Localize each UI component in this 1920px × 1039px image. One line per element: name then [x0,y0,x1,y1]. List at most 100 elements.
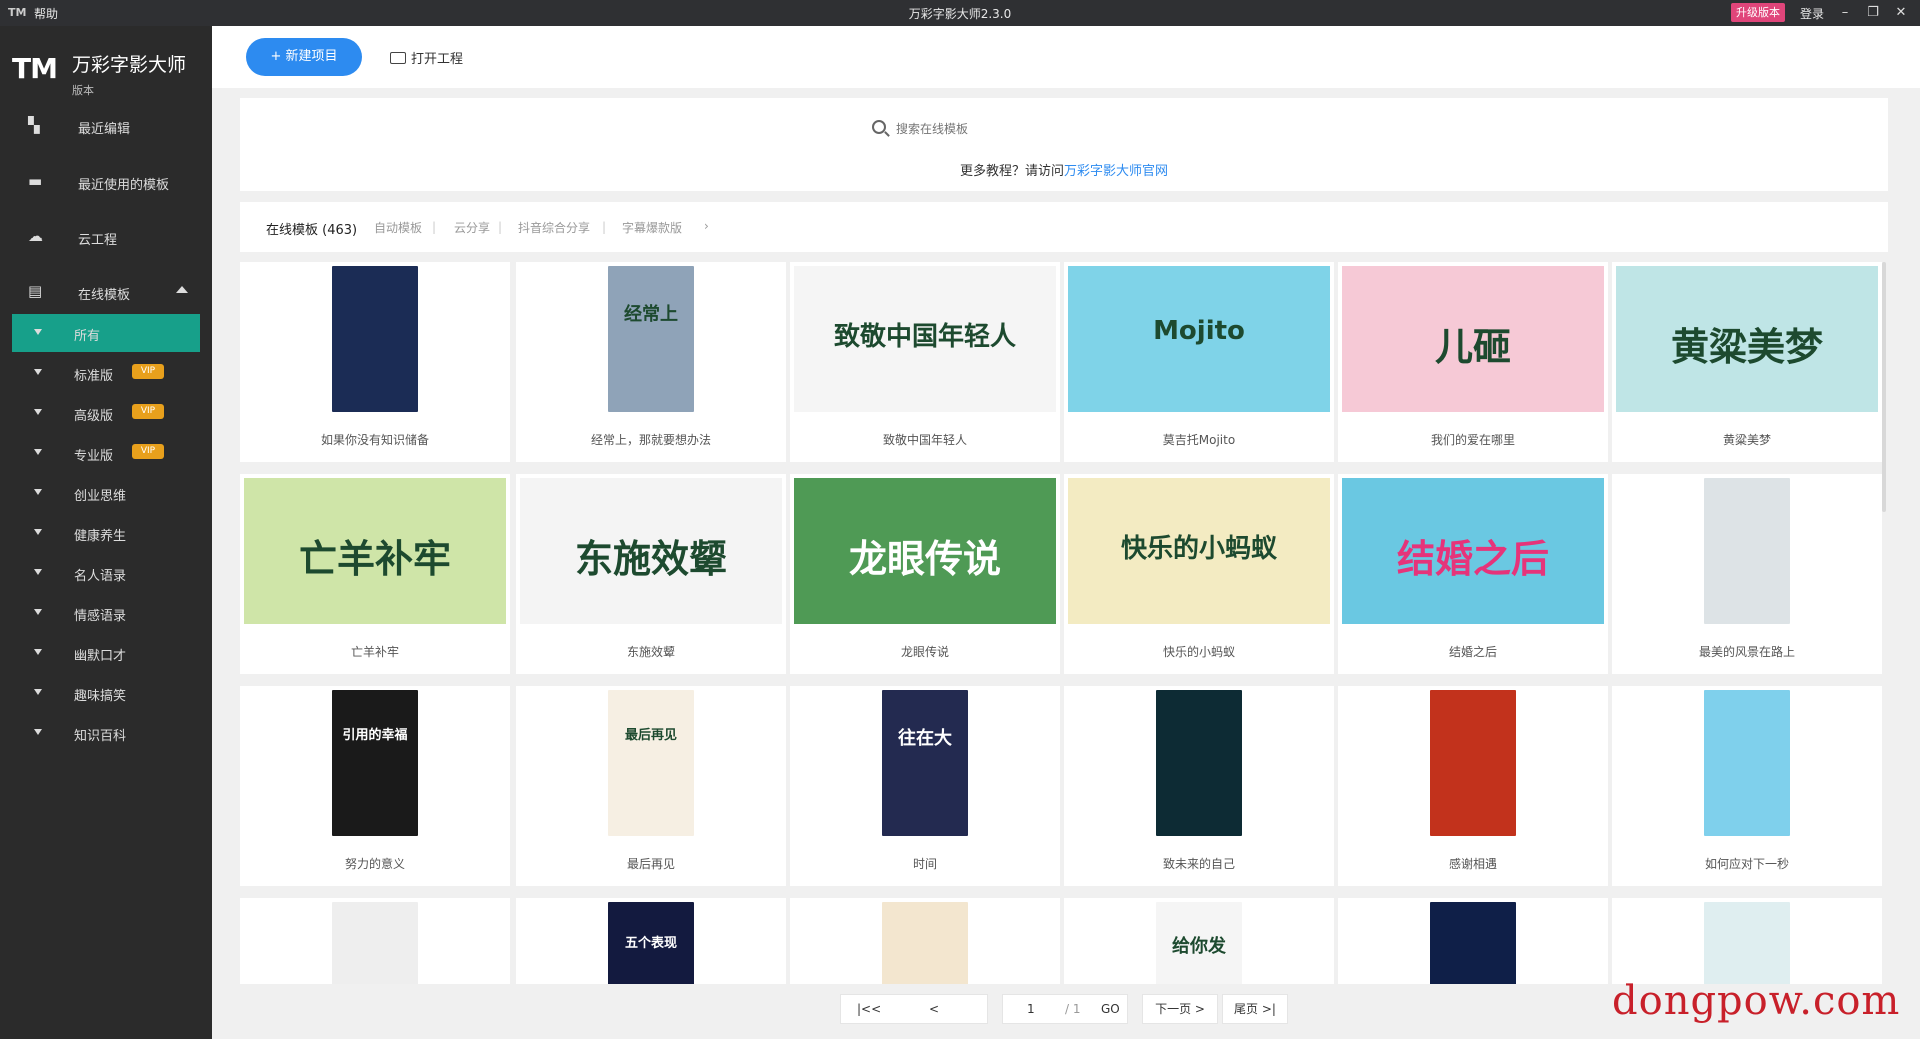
template-thumbnail [240,262,510,412]
template-thumbnail: 儿砸 [1338,262,1608,412]
page-total: / 1 [1065,1002,1081,1016]
template-card[interactable]: 快乐的小蚂蚁 快乐的小蚂蚁 [1064,474,1334,674]
chevron-down-icon [34,369,42,375]
thumbnail-image [1704,690,1790,836]
template-thumbnail: 快乐的小蚂蚁 [1064,474,1334,624]
template-card[interactable] [240,898,510,984]
chevron-down-icon [34,569,42,575]
last-page-button[interactable]: 尾页 >| [1222,994,1288,1024]
filter-tag[interactable]: 自动模板 [374,219,422,236]
sidebar-subitem-label: 名人语录 [74,569,127,584]
thumbnail-text: 往在大 [898,728,952,749]
template-title: 感谢相遇 [1448,857,1497,871]
template-thumbnail: 黄粱美梦 [1612,262,1882,412]
filter-more[interactable]: › [704,219,709,233]
sidebar-subitem[interactable]: 名人语录 [12,554,200,592]
tutorial-hint: 更多教程？请访问万彩字影大师官网 [240,160,1888,179]
chevron-down-icon [34,729,42,735]
window-title: 万彩字影大师2.3.0 [908,7,1012,21]
sidebar-subitem-label: 创业思维 [74,489,127,504]
nav-recent-templates[interactable]: ▬ 最近使用的模板 [0,162,212,202]
thumbnail-image: 儿砸 [1342,266,1604,412]
sidebar-subitem[interactable]: 所有 [12,314,200,352]
filter-tag[interactable]: 抖音综合分享 [518,219,590,236]
template-card[interactable]: 往在大 时间 [790,686,1060,886]
go-button[interactable]: GO [1101,995,1120,1023]
chevron-down-icon [34,609,42,615]
search-box[interactable] [872,118,1152,142]
template-card[interactable]: 致敬中国年轻人 致敬中国年轻人 [790,262,1060,462]
template-card[interactable]: 亡羊补牢 亡羊补牢 [240,474,510,674]
sidebar-subitem[interactable]: 知识百科 [12,714,200,752]
template-title: 致敬中国年轻人 [882,433,967,447]
login-link[interactable]: 登录 [1800,5,1824,22]
template-title: 如果你没有知识储备 [320,433,429,447]
open-project-button[interactable]: 打开工程 [390,48,463,67]
template-card[interactable]: 五个表现 [516,898,786,984]
template-card[interactable]: 东施效颦 东施效颦 [516,474,786,674]
nav-cloud[interactable]: ☁ 云工程 [0,217,212,257]
template-card[interactable]: 感谢相遇 [1338,686,1608,886]
watermark: dongpow.com [1612,978,1901,1024]
sidebar-subitem[interactable]: 创业思维 [12,474,200,512]
page-input[interactable]: 1 [1027,995,1035,1023]
template-card[interactable] [790,898,1060,984]
template-card[interactable]: 如果你没有知识储备 [240,262,510,462]
chevron-down-icon [34,649,42,655]
template-card[interactable]: 致未来的自己 [1064,686,1334,886]
thumbnail-text: 最后再见 [624,728,677,743]
template-title: 黄粱美梦 [1722,433,1771,447]
close-icon[interactable]: ✕ [1890,3,1912,23]
template-card[interactable]: 给你发 [1064,898,1334,984]
sidebar-subitem[interactable]: 健康养生 [12,514,200,552]
filter-tag[interactable]: 字幕爆款版 [622,219,682,236]
prev-page-button[interactable]: < [929,995,939,1023]
template-title: 东施效颦 [626,645,675,659]
first-page-button[interactable]: |<< [857,995,881,1023]
chevron-down-icon [34,489,42,495]
template-card[interactable]: 经常上 经常上，那就要想办法 [516,262,786,462]
new-project-button[interactable]: + 新建项目 [246,38,362,76]
brand-logo: TM 万彩字影大师 版本 [12,42,202,102]
template-card[interactable] [1338,898,1608,984]
template-card[interactable]: Mojito 莫吉托Mojito [1064,262,1334,462]
template-card[interactable]: 龙眼传说 龙眼传说 [790,474,1060,674]
tutorial-prefix: 更多教程？请访问 [959,164,1064,179]
official-site-link[interactable]: 万彩字影大师官网 [1064,164,1168,179]
scrollbar[interactable] [1882,262,1886,512]
filter-current[interactable]: 在线模板 (463) [266,219,357,238]
filter-tag[interactable]: 云分享 [454,219,490,236]
template-thumbnail: 引用的幸福 [240,686,510,836]
template-card[interactable] [1612,898,1882,984]
sidebar-subitem[interactable]: 情感语录 [12,594,200,632]
thumbnail-text: 龙眼传说 [848,537,1001,581]
template-card[interactable]: 黄粱美梦 黄粱美梦 [1612,262,1882,462]
template-card[interactable]: 最美的风景在路上 [1612,474,1882,674]
thumbnail-image [332,266,418,412]
template-card[interactable]: 如何应对下一秒 [1612,686,1882,886]
template-card[interactable]: 儿砸 我们的爱在哪里 [1338,262,1608,462]
thumbnail-text: 快乐的小蚂蚁 [1120,534,1277,564]
sidebar-subitem[interactable]: 趣味搞笑 [12,674,200,712]
sidebar-subitem[interactable]: 标准版 VIP [12,354,200,392]
template-card[interactable]: 最后再见 最后再见 [516,686,786,886]
template-title: 时间 [912,857,937,871]
sidebar-subitem[interactable]: 专业版 VIP [12,434,200,472]
thumbnail-image [1704,902,1790,984]
minimize-icon[interactable]: – [1834,3,1856,23]
nav-recent-label: 最近编辑 [78,122,131,137]
thumbnail-image: 给你发 [1156,902,1242,984]
maximize-icon[interactable]: ❐ [1862,3,1884,23]
template-title: 如何应对下一秒 [1704,857,1789,871]
upgrade-button[interactable]: 升级版本 [1731,3,1785,22]
nav-recent[interactable]: ▚ 最近编辑 [0,106,212,146]
thumbnail-image [1430,690,1516,836]
sidebar-subitem[interactable]: 高级版 VIP [12,394,200,432]
template-card[interactable]: 结婚之后 结婚之后 [1338,474,1608,674]
template-card[interactable]: 引用的幸福 努力的意义 [240,686,510,886]
sidebar-subitem[interactable]: 幽默口才 [12,634,200,672]
nav-online-templates[interactable]: ▤ 在线模板 [0,272,212,312]
next-page-button[interactable]: 下一页 > [1142,994,1218,1024]
search-input[interactable] [896,118,1146,140]
template-title: 快乐的小蚂蚁 [1162,645,1235,659]
